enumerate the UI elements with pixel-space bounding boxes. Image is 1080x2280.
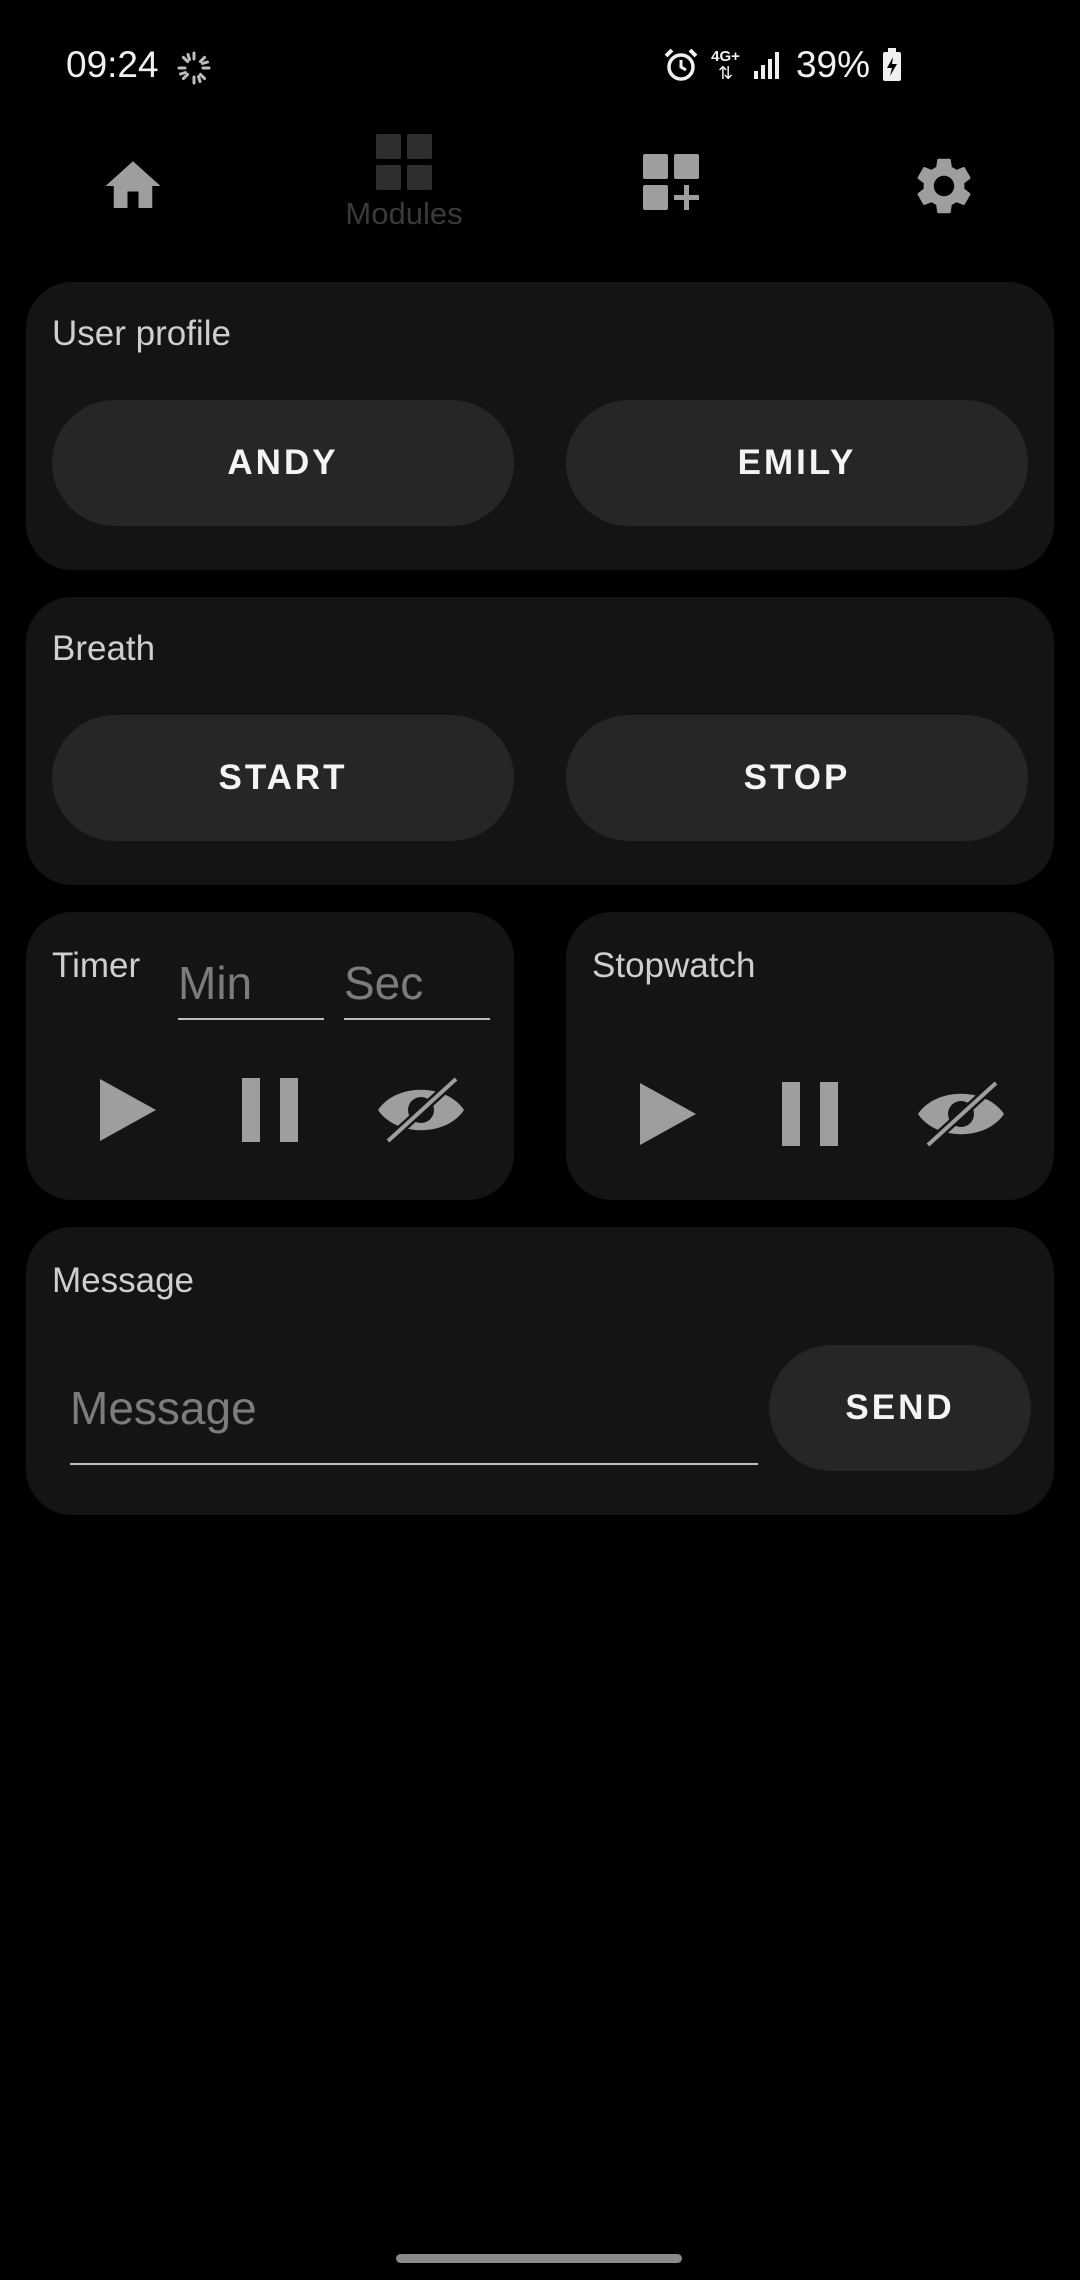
timer-card: Timer Min Sec xyxy=(26,912,514,1200)
timer-pause-button[interactable] xyxy=(224,1064,316,1156)
signal-icon xyxy=(753,52,779,79)
network-type-label: 4G+ xyxy=(711,47,740,65)
message-underline xyxy=(70,1463,758,1465)
breath-stop-button[interactable]: STOP xyxy=(566,715,1028,841)
nav-modules-label: Modules xyxy=(345,196,463,231)
stopwatch-card: Stopwatch xyxy=(566,912,1054,1200)
grid-icon xyxy=(376,134,432,190)
visibility-off-icon xyxy=(918,1079,1004,1149)
pause-icon xyxy=(782,1082,838,1146)
battery-percent: 39% xyxy=(795,44,870,85)
nav-home[interactable] xyxy=(53,120,213,250)
message-input[interactable]: Message xyxy=(70,1381,257,1435)
visibility-off-icon xyxy=(378,1075,464,1145)
user-profile-card: User profile ANDY EMILY xyxy=(26,282,1054,570)
timer-min-input[interactable]: Min xyxy=(178,956,252,1010)
play-icon xyxy=(640,1083,696,1145)
stopwatch-title: Stopwatch xyxy=(592,946,756,985)
sync-spinner-icon xyxy=(177,51,211,85)
message-title: Message xyxy=(52,1261,195,1300)
timer-play-button[interactable] xyxy=(82,1064,174,1156)
breath-title: Breath xyxy=(52,629,156,668)
timer-hide-button[interactable] xyxy=(366,1064,476,1156)
battery-charging-icon xyxy=(883,48,901,81)
breath-start-button[interactable]: START xyxy=(52,715,514,841)
user-profile-title: User profile xyxy=(52,314,231,353)
stopwatch-play-button[interactable] xyxy=(622,1068,714,1160)
top-navigation: Modules xyxy=(0,120,1080,250)
home-icon xyxy=(105,161,161,208)
play-icon xyxy=(100,1079,156,1141)
network-4g-icon: 4G+ ⇅ xyxy=(711,47,740,83)
alarm-icon xyxy=(664,48,698,81)
stopwatch-hide-button[interactable] xyxy=(906,1068,1016,1160)
status-time: 09:24 xyxy=(66,44,159,85)
profile-emily-button[interactable]: EMILY xyxy=(566,400,1028,526)
timer-sec-underline xyxy=(344,1018,490,1020)
nav-modules[interactable]: Modules xyxy=(324,120,484,250)
gear-icon xyxy=(917,158,971,214)
home-indicator[interactable] xyxy=(396,2254,682,2263)
profile-andy-button[interactable]: ANDY xyxy=(52,400,514,526)
timer-title: Timer xyxy=(52,946,141,985)
breath-card: Breath START STOP xyxy=(26,597,1054,885)
pause-icon xyxy=(242,1078,298,1142)
send-button[interactable]: SEND xyxy=(769,1345,1031,1471)
timer-sec-input[interactable]: Sec xyxy=(344,956,423,1010)
stopwatch-pause-button[interactable] xyxy=(764,1068,856,1160)
nav-add-module[interactable] xyxy=(591,120,751,250)
timer-min-underline xyxy=(178,1018,324,1020)
message-card: Message Message SEND xyxy=(26,1227,1054,1515)
grid-add-icon xyxy=(643,154,699,210)
status-bar: 09:24 4G+ ⇅ 39% xyxy=(0,0,1080,140)
nav-settings[interactable] xyxy=(864,120,1024,250)
